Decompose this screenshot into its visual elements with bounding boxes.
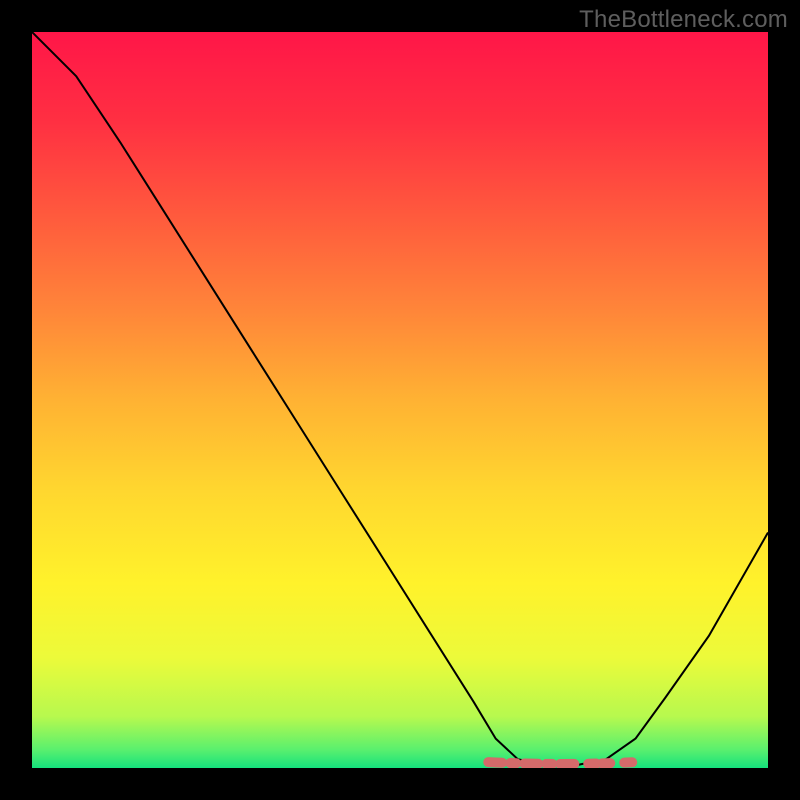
gradient-background	[32, 32, 768, 768]
plot-area	[32, 32, 768, 768]
bottleneck-chart	[32, 32, 768, 768]
chart-frame: TheBottleneck.com	[0, 0, 800, 800]
watermark-text: TheBottleneck.com	[579, 6, 788, 34]
optimal-range-marker	[488, 762, 635, 764]
